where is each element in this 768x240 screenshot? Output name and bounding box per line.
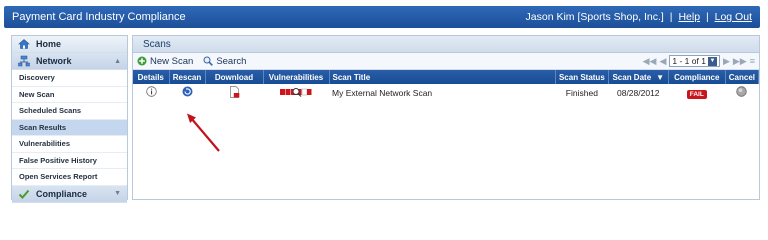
first-page-icon[interactable]: ◀◀: [643, 56, 657, 67]
column-header-cancel[interactable]: Cancel: [725, 70, 760, 84]
vulnerabilities-icon[interactable]: [280, 87, 312, 97]
sidebar-item-open-services-report[interactable]: Open Services Report: [12, 169, 127, 186]
scan-status-cell: Finished: [565, 87, 598, 98]
sidebar-item-label: Home: [36, 39, 62, 49]
annotation-arrow-icon: [187, 113, 220, 152]
scan-date-header-label: Scan Date: [612, 72, 652, 82]
details-cell: [133, 84, 169, 101]
user-name: Jason Kim [Sports Shop, Inc.]: [525, 11, 664, 23]
prev-page-icon[interactable]: ◀: [659, 56, 666, 67]
new-scan-icon: [137, 56, 147, 66]
sidebar-item-new-scan[interactable]: New Scan: [12, 87, 127, 103]
pager: ◀◀ ◀ 1 - 1 of 1 ▼ ▶ ▶▶ ≡: [643, 55, 755, 67]
download-icon[interactable]: [229, 85, 240, 98]
sidebar-item-compliance[interactable]: Compliance ▼: [12, 185, 127, 203]
sidebar-item-false-positive-history[interactable]: False Positive History: [12, 153, 127, 169]
scan-title-cell[interactable]: My External Network Scan: [329, 84, 555, 101]
new-scan-button[interactable]: New Scan: [137, 56, 193, 67]
search-button[interactable]: Search: [203, 56, 246, 67]
sidebar-item-network[interactable]: Network ▲: [12, 53, 127, 70]
sidebar: Home Network ▲ Discovery New Scan Schedu…: [11, 35, 128, 203]
download-cell: [205, 84, 263, 101]
column-header-compliance[interactable]: Compliance: [668, 70, 726, 84]
search-label: Search: [216, 55, 247, 67]
separator: |: [669, 11, 673, 23]
column-header-vulnerabilities[interactable]: Vulnerabilities: [263, 70, 330, 84]
vulnerabilities-cell: [263, 84, 329, 101]
next-page-icon[interactable]: ▶: [723, 56, 730, 67]
sidebar-item-home[interactable]: Home: [12, 36, 127, 53]
column-header-scan-status[interactable]: Scan Status: [555, 70, 609, 84]
page-select[interactable]: 1 - 1 of 1 ▼: [669, 55, 720, 67]
column-header-scan-date[interactable]: Scan Date ▼: [608, 70, 669, 84]
toolbar: New Scan Search ◀◀ ◀ 1 - 1 of 1 ▼ ▶ ▶▶ ≡: [133, 53, 759, 70]
sidebar-item-label: Compliance: [36, 188, 88, 199]
new-scan-label: New Scan: [150, 55, 194, 67]
sort-desc-icon: ▼: [656, 72, 665, 82]
dropdown-arrow-icon: ▼: [707, 56, 717, 66]
rescan-icon[interactable]: [182, 86, 193, 97]
page-title: Scans: [133, 36, 759, 53]
home-icon: [18, 39, 30, 49]
app-window: Payment Card Industry Compliance Jason K…: [0, 0, 768, 210]
compliance-icon: [18, 189, 30, 199]
chevron-up-icon: ▲: [114, 57, 121, 65]
sidebar-item-vulnerabilities[interactable]: Vulnerabilities: [12, 136, 127, 153]
last-page-icon[interactable]: ▶▶: [733, 56, 747, 67]
help-link[interactable]: Help: [678, 11, 700, 23]
cancel-icon[interactable]: [736, 86, 748, 97]
column-header-details[interactable]: Details: [133, 70, 170, 84]
sidebar-item-scan-results[interactable]: Scan Results: [12, 119, 127, 136]
scans-table: Details Rescan Download Vulnerabilities …: [133, 70, 760, 101]
collapse-icon[interactable]: ≡: [750, 56, 755, 66]
table-row: My External Network Scan Finished 08/28/…: [133, 84, 759, 101]
sidebar-item-label: Network: [36, 56, 72, 66]
table-header-row: Details Rescan Download Vulnerabilities …: [133, 70, 760, 84]
title-bar: Payment Card Industry Compliance Jason K…: [4, 6, 760, 28]
logout-link[interactable]: Log Out: [715, 11, 752, 23]
column-header-rescan[interactable]: Rescan: [169, 70, 206, 84]
chevron-down-icon: ▼: [114, 190, 121, 197]
user-info: Jason Kim [Sports Shop, Inc.] | Help | L…: [526, 11, 752, 23]
app-title: Payment Card Industry Compliance: [12, 11, 186, 23]
status-badge: FAIL: [686, 89, 707, 99]
cancel-cell: [725, 84, 758, 101]
scans-panel: Scans New Scan Search ◀◀ ◀ 1 - 1 of 1 ▼ …: [132, 35, 760, 200]
separator: |: [705, 11, 709, 23]
column-header-download[interactable]: Download: [205, 70, 264, 84]
scan-date-cell: 08/28/2012: [616, 87, 660, 98]
compliance-cell: FAIL: [668, 84, 725, 101]
page-range: 1 - 1 of 1: [672, 56, 706, 66]
sidebar-item-scheduled-scans[interactable]: Scheduled Scans: [12, 103, 127, 120]
search-icon: [203, 56, 214, 66]
network-icon: [18, 55, 30, 67]
info-icon[interactable]: [145, 86, 157, 97]
sidebar-item-discovery[interactable]: Discovery: [12, 70, 127, 87]
column-header-scan-title[interactable]: Scan Title: [329, 70, 556, 84]
rescan-cell: [169, 84, 205, 101]
